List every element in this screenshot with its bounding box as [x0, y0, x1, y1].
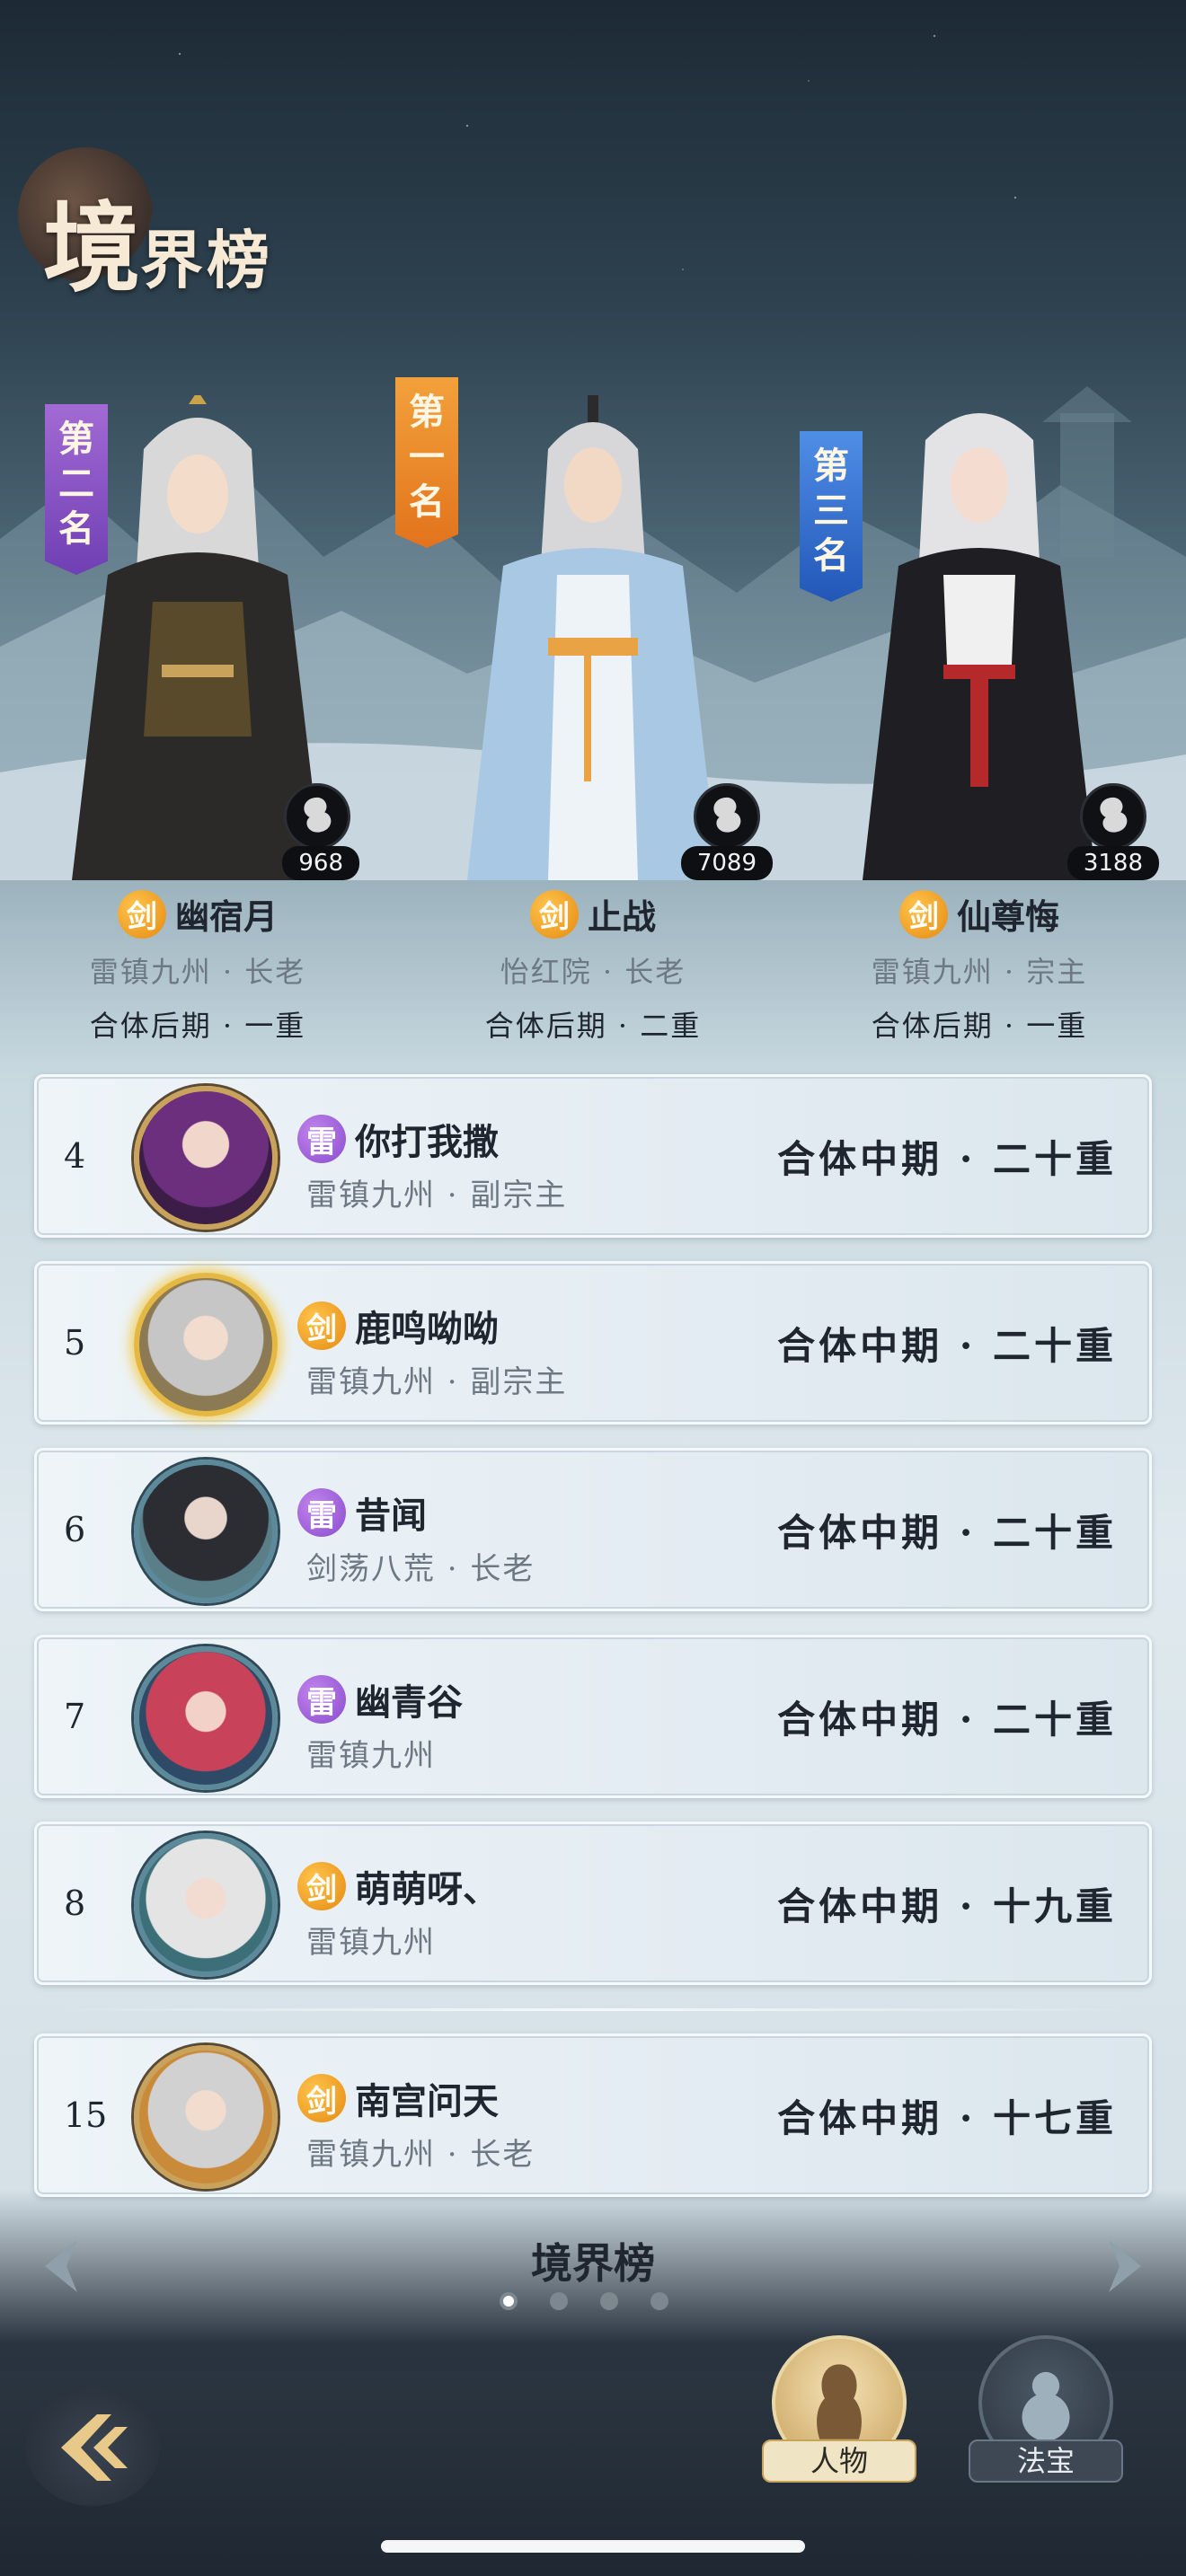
- sword-element-icon: 剑: [297, 1862, 346, 1910]
- score-icon: [284, 783, 350, 850]
- sword-element-icon: 剑: [297, 1301, 346, 1350]
- player-realm: 合体中期 · 二十重: [777, 1136, 1117, 1181]
- sword-element-icon: 剑: [117, 889, 166, 939]
- pager-title: 境界榜: [531, 2239, 655, 2288]
- rank-number: 4: [64, 1136, 86, 1176]
- avatar[interactable]: [134, 1086, 278, 1230]
- ranking-row[interactable]: 5 剑鹿鸣呦呦 雷镇九州 · 副宗主 合体中期 · 二十重: [34, 1261, 1152, 1425]
- player-name: 昔闻: [355, 1495, 427, 1537]
- rank-number: 6: [64, 1510, 86, 1549]
- score-value: 968: [282, 846, 359, 880]
- page-dot-active[interactable]: [500, 2292, 518, 2310]
- player-name: 仙尊悔: [956, 896, 1059, 937]
- podium-info-second: 剑幽宿月 雷镇九州 · 长老 合体后期 · 一重: [9, 889, 386, 1045]
- rank-number: 8: [64, 1883, 86, 1923]
- player-name: 幽宿月: [174, 896, 278, 937]
- page-dot[interactable]: [550, 2292, 568, 2310]
- score-icon: [694, 783, 760, 850]
- player-realm: 合体后期 · 一重: [871, 1009, 1088, 1043]
- rank-number: 15: [64, 2095, 108, 2135]
- player-guild: 雷镇九州 · 宗主: [871, 955, 1088, 989]
- rank-number: 5: [64, 1323, 86, 1363]
- player-guild: 雷镇九州 · 副宗主: [306, 1364, 568, 1400]
- next-page-arrow-icon[interactable]: [1100, 2235, 1154, 2298]
- podium-first[interactable]: 第一名 7089: [395, 359, 773, 880]
- ranking-row[interactable]: 4 雷你打我撒 雷镇九州 · 副宗主 合体中期 · 二十重: [34, 1074, 1152, 1238]
- player-realm: 合体中期 · 十七重: [777, 2095, 1117, 2140]
- player-realm: 合体后期 · 二重: [484, 1009, 702, 1043]
- podium-third[interactable]: 第三名 3188: [800, 359, 1159, 880]
- nav-character-label: 人物: [762, 2439, 916, 2483]
- player-name: 止战: [587, 896, 656, 937]
- ranking-row[interactable]: 6 雷昔闻 剑荡八荒 · 长老 合体中期 · 二十重: [34, 1448, 1152, 1611]
- back-arrow-icon: [61, 2414, 128, 2481]
- avatar[interactable]: [134, 2045, 278, 2189]
- player-realm: 合体中期 · 十九重: [777, 1883, 1117, 1928]
- ranking-row[interactable]: 7 雷幽青谷 雷镇九州 合体中期 · 二十重: [34, 1635, 1152, 1798]
- sword-element-icon: 剑: [297, 2074, 346, 2122]
- player-realm: 合体中期 · 二十重: [777, 1510, 1117, 1555]
- player-guild: 剑荡八荒 · 长老: [306, 1551, 535, 1587]
- thunder-element-icon: 雷: [297, 1115, 346, 1163]
- nav-treasure-button[interactable]: 法宝: [969, 2335, 1123, 2483]
- avatar[interactable]: [134, 1460, 278, 1603]
- podium-second[interactable]: 第二名 968: [18, 359, 377, 880]
- player-name: 你打我撒: [355, 1121, 499, 1163]
- rank-number: 7: [64, 1697, 86, 1736]
- player-realm: 合体后期 · 一重: [89, 1009, 306, 1043]
- player-name: 萌萌呀、: [355, 1868, 499, 1910]
- avatar[interactable]: [134, 1646, 278, 1790]
- player-guild: 雷镇九州: [306, 1738, 436, 1774]
- player-guild: 雷镇九州 · 长老: [89, 955, 306, 989]
- home-indicator[interactable]: [381, 2540, 805, 2553]
- rank-banner-third: 第三名: [800, 431, 863, 602]
- self-ranking-row[interactable]: 15 剑南宫问天 雷镇九州 · 长老 合体中期 · 十七重: [34, 2033, 1152, 2197]
- score-value: 7089: [680, 846, 773, 880]
- sword-element-icon: 剑: [529, 889, 579, 939]
- rank-banner-first: 第一名: [395, 377, 458, 548]
- page-dot[interactable]: [600, 2292, 618, 2310]
- title-rest: 界榜: [140, 223, 274, 297]
- rank-banner-second: 第二名: [45, 404, 108, 575]
- player-name: 鹿鸣呦呦: [355, 1308, 499, 1350]
- ranking-row[interactable]: 8 剑萌萌呀、 雷镇九州 合体中期 · 十九重: [34, 1822, 1152, 1985]
- back-button[interactable]: [25, 2389, 160, 2506]
- player-guild: 雷镇九州 · 副宗主: [306, 1178, 568, 1213]
- player-name: 南宫问天: [355, 2080, 499, 2122]
- page-indicator: [500, 2292, 668, 2310]
- player-guild: 雷镇九州: [306, 1925, 436, 1961]
- player-guild: 雷镇九州 · 长老: [306, 2137, 535, 2173]
- title-big-char: 境: [43, 192, 141, 305]
- player-guild: 怡红院 · 长老: [500, 955, 686, 989]
- avatar[interactable]: [134, 1833, 278, 1977]
- player-realm: 合体中期 · 二十重: [777, 1697, 1117, 1742]
- page-dot[interactable]: [651, 2292, 668, 2310]
- page-title: 境界榜: [18, 144, 395, 305]
- self-row-divider: [54, 2008, 1132, 2011]
- character-figure-first: [467, 395, 719, 880]
- character-figure-third: [863, 413, 1096, 880]
- thunder-element-icon: 雷: [297, 1488, 346, 1537]
- podium-info-first: 剑止战 怡红院 · 长老 合体后期 · 二重: [404, 889, 782, 1045]
- player-name: 幽青谷: [355, 1681, 463, 1724]
- podium-info-third: 剑仙尊悔 雷镇九州 · 宗主 合体后期 · 一重: [791, 889, 1168, 1045]
- nav-treasure-label: 法宝: [969, 2439, 1123, 2483]
- sword-element-icon: 剑: [898, 889, 948, 939]
- player-realm: 合体中期 · 二十重: [777, 1323, 1117, 1368]
- nav-character-button[interactable]: 人物: [762, 2335, 916, 2483]
- avatar[interactable]: [134, 1273, 278, 1416]
- score-icon: [1080, 783, 1146, 850]
- score-value: 3188: [1067, 846, 1159, 880]
- thunder-element-icon: 雷: [297, 1675, 346, 1724]
